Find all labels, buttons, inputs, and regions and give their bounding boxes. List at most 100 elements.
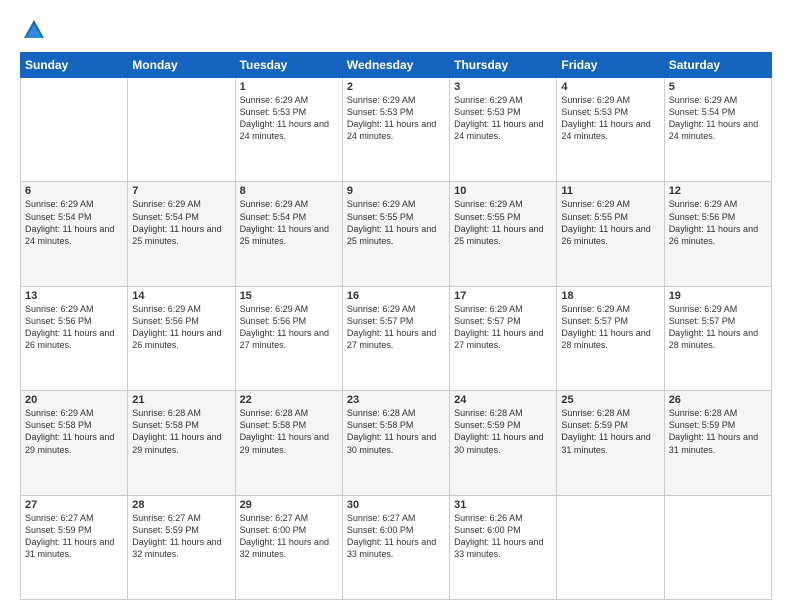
cell-details: Sunrise: 6:29 AM Sunset: 5:55 PM Dayligh… [561,198,659,247]
cell-details: Sunrise: 6:26 AM Sunset: 6:00 PM Dayligh… [454,512,552,561]
cell-details: Sunrise: 6:28 AM Sunset: 5:59 PM Dayligh… [669,407,767,456]
calendar-cell: 24Sunrise: 6:28 AM Sunset: 5:59 PM Dayli… [450,391,557,495]
day-number: 20 [25,394,123,406]
day-number: 30 [347,499,445,511]
calendar-cell [128,78,235,182]
calendar-cell: 27Sunrise: 6:27 AM Sunset: 5:59 PM Dayli… [21,495,128,599]
day-number: 16 [347,290,445,302]
cell-details: Sunrise: 6:28 AM Sunset: 5:59 PM Dayligh… [561,407,659,456]
calendar-cell: 5Sunrise: 6:29 AM Sunset: 5:54 PM Daylig… [664,78,771,182]
day-number: 21 [132,394,230,406]
calendar-cell: 19Sunrise: 6:29 AM Sunset: 5:57 PM Dayli… [664,286,771,390]
day-number: 10 [454,185,552,197]
cell-details: Sunrise: 6:29 AM Sunset: 5:58 PM Dayligh… [25,407,123,456]
cell-details: Sunrise: 6:27 AM Sunset: 6:00 PM Dayligh… [347,512,445,561]
cell-details: Sunrise: 6:27 AM Sunset: 6:00 PM Dayligh… [240,512,338,561]
cell-details: Sunrise: 6:27 AM Sunset: 5:59 PM Dayligh… [132,512,230,561]
calendar-cell: 10Sunrise: 6:29 AM Sunset: 5:55 PM Dayli… [450,182,557,286]
calendar-cell [664,495,771,599]
calendar-cell: 29Sunrise: 6:27 AM Sunset: 6:00 PM Dayli… [235,495,342,599]
cell-details: Sunrise: 6:29 AM Sunset: 5:54 PM Dayligh… [240,198,338,247]
day-number: 31 [454,499,552,511]
day-number: 24 [454,394,552,406]
calendar-cell: 22Sunrise: 6:28 AM Sunset: 5:58 PM Dayli… [235,391,342,495]
cell-details: Sunrise: 6:28 AM Sunset: 5:58 PM Dayligh… [240,407,338,456]
cell-details: Sunrise: 6:27 AM Sunset: 5:59 PM Dayligh… [25,512,123,561]
calendar-week-row: 1Sunrise: 6:29 AM Sunset: 5:53 PM Daylig… [21,78,772,182]
cell-details: Sunrise: 6:29 AM Sunset: 5:57 PM Dayligh… [669,303,767,352]
calendar-cell: 20Sunrise: 6:29 AM Sunset: 5:58 PM Dayli… [21,391,128,495]
calendar-cell: 16Sunrise: 6:29 AM Sunset: 5:57 PM Dayli… [342,286,449,390]
weekday-header-friday: Friday [557,53,664,78]
day-number: 18 [561,290,659,302]
day-number: 23 [347,394,445,406]
cell-details: Sunrise: 6:29 AM Sunset: 5:54 PM Dayligh… [25,198,123,247]
day-number: 9 [347,185,445,197]
calendar-cell [21,78,128,182]
day-number: 27 [25,499,123,511]
calendar-cell [557,495,664,599]
day-number: 26 [669,394,767,406]
calendar-cell: 4Sunrise: 6:29 AM Sunset: 5:53 PM Daylig… [557,78,664,182]
calendar-cell: 17Sunrise: 6:29 AM Sunset: 5:57 PM Dayli… [450,286,557,390]
day-number: 2 [347,81,445,93]
calendar-cell: 25Sunrise: 6:28 AM Sunset: 5:59 PM Dayli… [557,391,664,495]
weekday-header-monday: Monday [128,53,235,78]
header [20,16,772,44]
calendar-cell: 23Sunrise: 6:28 AM Sunset: 5:58 PM Dayli… [342,391,449,495]
calendar-cell: 6Sunrise: 6:29 AM Sunset: 5:54 PM Daylig… [21,182,128,286]
calendar-cell: 15Sunrise: 6:29 AM Sunset: 5:56 PM Dayli… [235,286,342,390]
day-number: 3 [454,81,552,93]
cell-details: Sunrise: 6:29 AM Sunset: 5:53 PM Dayligh… [240,94,338,143]
calendar-cell: 2Sunrise: 6:29 AM Sunset: 5:53 PM Daylig… [342,78,449,182]
day-number: 6 [25,185,123,197]
cell-details: Sunrise: 6:28 AM Sunset: 5:58 PM Dayligh… [132,407,230,456]
cell-details: Sunrise: 6:29 AM Sunset: 5:57 PM Dayligh… [454,303,552,352]
cell-details: Sunrise: 6:29 AM Sunset: 5:54 PM Dayligh… [132,198,230,247]
calendar-week-row: 13Sunrise: 6:29 AM Sunset: 5:56 PM Dayli… [21,286,772,390]
calendar-cell: 26Sunrise: 6:28 AM Sunset: 5:59 PM Dayli… [664,391,771,495]
weekday-header-tuesday: Tuesday [235,53,342,78]
calendar-cell: 21Sunrise: 6:28 AM Sunset: 5:58 PM Dayli… [128,391,235,495]
calendar-cell: 11Sunrise: 6:29 AM Sunset: 5:55 PM Dayli… [557,182,664,286]
calendar-cell: 12Sunrise: 6:29 AM Sunset: 5:56 PM Dayli… [664,182,771,286]
calendar-cell: 18Sunrise: 6:29 AM Sunset: 5:57 PM Dayli… [557,286,664,390]
day-number: 19 [669,290,767,302]
day-number: 25 [561,394,659,406]
calendar-table: SundayMondayTuesdayWednesdayThursdayFrid… [20,52,772,600]
calendar-cell: 30Sunrise: 6:27 AM Sunset: 6:00 PM Dayli… [342,495,449,599]
day-number: 11 [561,185,659,197]
cell-details: Sunrise: 6:29 AM Sunset: 5:55 PM Dayligh… [347,198,445,247]
calendar-cell: 9Sunrise: 6:29 AM Sunset: 5:55 PM Daylig… [342,182,449,286]
calendar-cell: 8Sunrise: 6:29 AM Sunset: 5:54 PM Daylig… [235,182,342,286]
day-number: 29 [240,499,338,511]
day-number: 14 [132,290,230,302]
calendar-cell: 3Sunrise: 6:29 AM Sunset: 5:53 PM Daylig… [450,78,557,182]
day-number: 22 [240,394,338,406]
cell-details: Sunrise: 6:29 AM Sunset: 5:55 PM Dayligh… [454,198,552,247]
weekday-header-thursday: Thursday [450,53,557,78]
cell-details: Sunrise: 6:29 AM Sunset: 5:53 PM Dayligh… [454,94,552,143]
calendar-cell: 28Sunrise: 6:27 AM Sunset: 5:59 PM Dayli… [128,495,235,599]
calendar-week-row: 20Sunrise: 6:29 AM Sunset: 5:58 PM Dayli… [21,391,772,495]
cell-details: Sunrise: 6:29 AM Sunset: 5:53 PM Dayligh… [561,94,659,143]
day-number: 8 [240,185,338,197]
logo-icon [20,16,48,44]
day-number: 15 [240,290,338,302]
day-number: 12 [669,185,767,197]
calendar-cell: 1Sunrise: 6:29 AM Sunset: 5:53 PM Daylig… [235,78,342,182]
cell-details: Sunrise: 6:28 AM Sunset: 5:59 PM Dayligh… [454,407,552,456]
day-number: 17 [454,290,552,302]
day-number: 5 [669,81,767,93]
calendar-cell: 13Sunrise: 6:29 AM Sunset: 5:56 PM Dayli… [21,286,128,390]
day-number: 7 [132,185,230,197]
calendar-week-row: 27Sunrise: 6:27 AM Sunset: 5:59 PM Dayli… [21,495,772,599]
cell-details: Sunrise: 6:29 AM Sunset: 5:56 PM Dayligh… [669,198,767,247]
day-number: 1 [240,81,338,93]
calendar-week-row: 6Sunrise: 6:29 AM Sunset: 5:54 PM Daylig… [21,182,772,286]
cell-details: Sunrise: 6:29 AM Sunset: 5:56 PM Dayligh… [25,303,123,352]
calendar-cell: 31Sunrise: 6:26 AM Sunset: 6:00 PM Dayli… [450,495,557,599]
day-number: 4 [561,81,659,93]
day-number: 28 [132,499,230,511]
weekday-header-sunday: Sunday [21,53,128,78]
